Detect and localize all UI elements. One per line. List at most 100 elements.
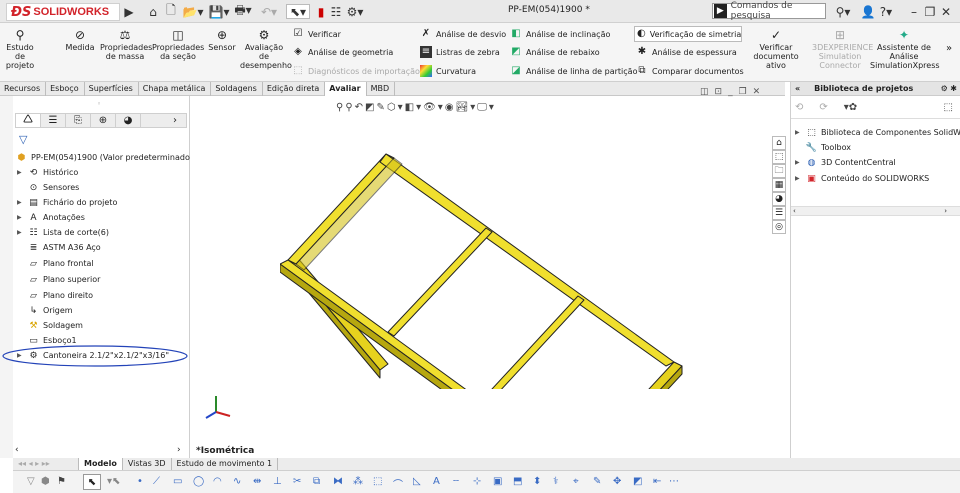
- check-button[interactable]: ☑ Verificar: [292, 28, 341, 40]
- tree-item-plano-superior[interactable]: ▱ Plano superior: [17, 272, 100, 287]
- library-item-sw-content[interactable]: ▶ ▣ Conteúdo do SOLIDWORKS: [795, 171, 929, 186]
- previous-view-icon[interactable]: ↶: [355, 102, 365, 113]
- undercut-button[interactable]: ◩ Análise de rebaixo: [510, 46, 599, 58]
- chamfer-icon[interactable]: ◺: [413, 476, 421, 487]
- compare-button[interactable]: ⧉ Comparar documentos: [636, 65, 743, 77]
- move-entities-icon[interactable]: ✥: [613, 476, 621, 487]
- tree-item-plano-frontal[interactable]: ▱ Plano frontal: [17, 256, 94, 271]
- 3dcontent-icon[interactable]: ◎: [772, 220, 786, 234]
- library-item-3dcontent[interactable]: ▶ ◍ 3D ContentCentral: [795, 155, 896, 170]
- tree-item-lista-corte[interactable]: ▶ ☷ Lista de corte(6): [17, 225, 109, 240]
- display-style-icon[interactable]: ◧▾: [405, 102, 423, 113]
- tab-navigation-arrows[interactable]: ◂◂ ◂ ▸ ▸▸: [13, 458, 79, 470]
- new-document-icon[interactable]: 🗋: [164, 3, 178, 19]
- tree-scroll-left-icon[interactable]: ‹: [15, 445, 19, 455]
- spline-icon[interactable]: ∿: [233, 476, 241, 487]
- end-sketch-icon[interactable]: ⇤: [653, 476, 661, 487]
- heads-up-view-toolbar[interactable]: ⚲⚲↶◩✎⬡▾◧▾👁▾◉🏞▾🖵▾: [336, 102, 496, 113]
- add-file-location-icon[interactable]: ⬚: [944, 102, 953, 113]
- viewport-restore-icon[interactable]: ❐: [739, 87, 753, 97]
- add-to-library-icon[interactable]: ▾✿: [844, 102, 857, 113]
- offset-icon[interactable]: ⧉: [313, 476, 320, 487]
- convert-icon[interactable]: ⬚: [373, 476, 382, 487]
- print-icon[interactable]: 🖶▾: [232, 3, 254, 19]
- hide-show-icon[interactable]: 👁▾: [423, 102, 445, 113]
- rectangle-icon[interactable]: ▭: [173, 476, 182, 487]
- view-settings-icon[interactable]: 🖵▾: [477, 102, 496, 113]
- graphics-area[interactable]: ⚲⚲↶◩✎⬡▾◧▾👁▾◉🏞▾🖵▾ ◫⊡_❐✕ *Isométrica ⌂ ⬚ 🗀…: [190, 87, 786, 458]
- expand-arrow-icon[interactable]: ▶: [17, 199, 27, 206]
- tab-superficies[interactable]: Superfícies: [85, 82, 139, 96]
- configuration-tab-icon[interactable]: ⎘: [66, 114, 91, 127]
- construction-icon[interactable]: ⊹: [473, 476, 481, 487]
- performance-button[interactable]: ⚙ Avaliação de desempenho: [240, 29, 292, 70]
- centerline-icon[interactable]: ┄: [453, 476, 459, 487]
- viewport-close-icon[interactable]: ✕: [753, 87, 767, 97]
- sketch-picture-icon[interactable]: ▣: [493, 476, 502, 487]
- tab-recursos[interactable]: Recursos: [0, 82, 47, 96]
- options-gear-icon[interactable]: ⚙▾: [344, 4, 366, 19]
- appearances-icon[interactable]: ◕: [772, 192, 786, 206]
- tree-item-soldagem[interactable]: ⚒ Soldagem: [17, 318, 83, 333]
- display-manager-tab-icon[interactable]: ◕: [116, 114, 141, 127]
- forward-icon[interactable]: ⟳: [819, 102, 827, 113]
- section-view-icon[interactable]: ◩: [365, 102, 376, 113]
- back-icon[interactable]: ⟲: [795, 102, 803, 113]
- open-icon[interactable]: 📂▾: [182, 4, 204, 19]
- help-icon[interactable]: ?▾: [876, 4, 896, 19]
- tree-item-fichario[interactable]: ▶ ▤ Fichário do projeto: [17, 195, 117, 210]
- dimension-icon[interactable]: ⇹: [253, 476, 261, 487]
- feature-tree-tab-icon[interactable]: 🛆: [16, 114, 41, 127]
- design-library-icon[interactable]: ⬚: [772, 150, 786, 164]
- shaded-sketch-icon[interactable]: ◩: [633, 476, 642, 487]
- tab-avaliar[interactable]: Avaliar: [325, 82, 367, 96]
- repair-icon[interactable]: ⚕: [553, 476, 558, 487]
- viewport-minimize-icon[interactable]: _: [728, 87, 739, 97]
- tab-chapa-metalica[interactable]: Chapa metálica: [139, 82, 212, 96]
- close-icon[interactable]: ✕: [940, 4, 952, 19]
- rebuild-icon[interactable]: ▮: [316, 4, 326, 19]
- viewport-split-icon[interactable]: ◫: [700, 87, 715, 97]
- pane-settings-icon[interactable]: ⚙ ✱: [941, 84, 957, 93]
- tree-item-origem[interactable]: ↳ Origem: [17, 303, 73, 318]
- custom-properties-icon[interactable]: ☰: [772, 206, 786, 220]
- rapid-sketch-icon[interactable]: ✎: [593, 476, 601, 487]
- tab-soldagens[interactable]: Soldagens: [211, 82, 263, 96]
- tree-item-historico[interactable]: ▶ ⟲ Histórico: [17, 165, 78, 180]
- block-icon[interactable]: ⬒: [513, 476, 522, 487]
- tabs-scroll-right-icon[interactable]: ›: [141, 114, 181, 127]
- select-dropdown-icon[interactable]: ▾⬉: [107, 476, 120, 487]
- library-item-toolbox[interactable]: 🔧 Toolbox: [795, 140, 851, 155]
- search-input[interactable]: Comandos de pesquisa: [731, 1, 825, 21]
- sw-resources-icon[interactable]: ⌂: [772, 136, 786, 150]
- scroll-right-icon[interactable]: ›: [944, 207, 947, 215]
- select-icon[interactable]: ⬉▾: [286, 4, 310, 19]
- circle-icon[interactable]: ◯: [193, 476, 204, 487]
- dynamic-annotation-icon[interactable]: ✎: [377, 102, 387, 113]
- fillet-icon[interactable]: ⌒: [393, 476, 403, 491]
- save-icon[interactable]: 💾▾: [208, 4, 230, 19]
- dimxpert-tab-icon[interactable]: ⊕: [91, 114, 116, 127]
- tab-estudo-movimento[interactable]: Estudo de movimento 1: [172, 458, 279, 470]
- panel-grip-icon[interactable]: ◦: [97, 100, 101, 108]
- edit-appearance-icon[interactable]: ◉: [445, 102, 456, 113]
- filter-icon[interactable]: ▽: [19, 133, 27, 146]
- thickness-button[interactable]: ✱ Análise de espessura: [636, 46, 737, 58]
- study-button[interactable]: ⚲ Estudo de projeto: [2, 29, 38, 70]
- tree-item-sensores[interactable]: ⊙ Sensores: [17, 180, 80, 195]
- tree-item-anotacoes[interactable]: ▶ A Anotações: [17, 210, 85, 225]
- mass-properties-button[interactable]: ⚖ Propriedades de massa: [100, 29, 152, 61]
- expand-arrow-icon[interactable]: ▶: [17, 214, 27, 221]
- point-icon[interactable]: •: [137, 476, 143, 487]
- home-icon[interactable]: ⌂: [146, 4, 160, 19]
- geometry-analysis-button[interactable]: ◈ Análise de geometria: [292, 46, 393, 58]
- minimize-icon[interactable]: –: [908, 4, 920, 19]
- tree-item-plano-direito[interactable]: ▱ Plano direito: [17, 288, 93, 303]
- overflow-icon[interactable]: ⋯: [669, 476, 679, 487]
- symmetry-button[interactable]: ◐ Verificação de simetria: [634, 26, 742, 42]
- curvature-button[interactable]: Curvatura: [420, 65, 476, 77]
- select-pointer-icon[interactable]: ⬉: [83, 474, 101, 490]
- expand-arrow-icon[interactable]: ▶: [17, 169, 27, 176]
- view-orientation-icon[interactable]: ⬡▾: [387, 102, 405, 113]
- solidworks-logo[interactable]: ƉS SOLIDWORKS: [6, 3, 120, 21]
